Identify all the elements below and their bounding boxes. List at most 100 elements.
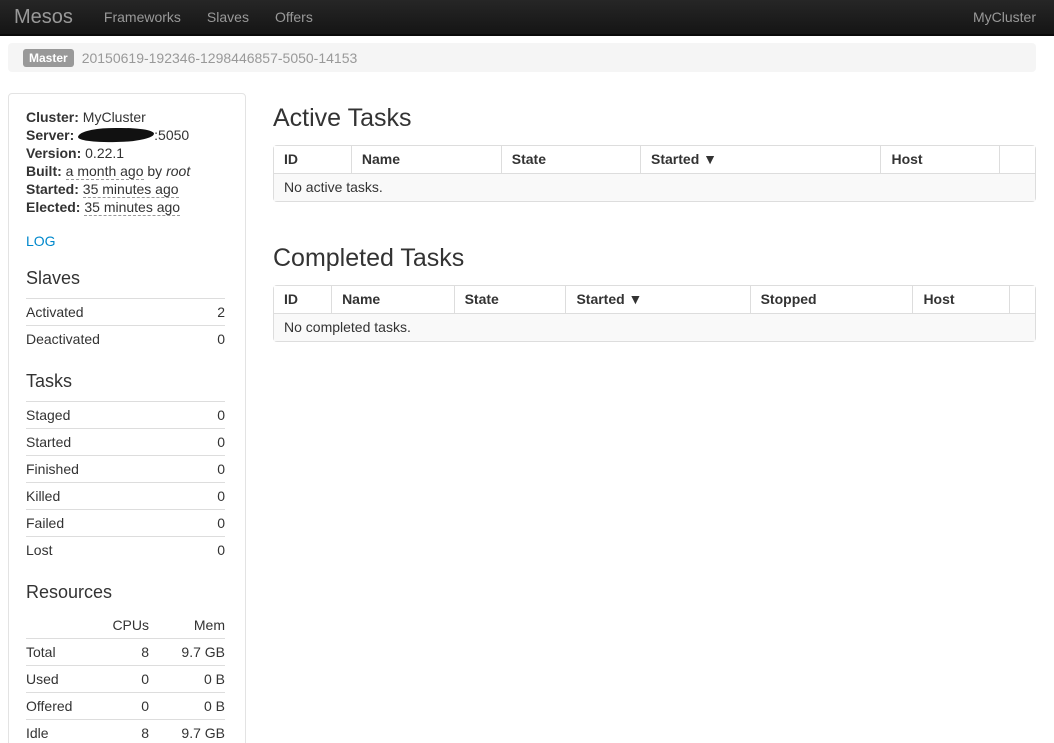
resources-table: CPUs Mem Total 8 9.7 GB Used 0 0 B Offer… bbox=[26, 612, 225, 743]
table-row: Activated 2 bbox=[26, 299, 225, 326]
resources-used-mem: 0 B bbox=[149, 666, 225, 693]
table-header-row: ID Name State Started ▼ Host bbox=[274, 146, 1035, 174]
server-address-redaction bbox=[78, 127, 154, 143]
slaves-activated-value: 2 bbox=[206, 299, 225, 326]
resources-offered-label: Offered bbox=[26, 693, 91, 720]
active-col-empty bbox=[999, 146, 1035, 174]
active-col-state[interactable]: State bbox=[501, 146, 640, 174]
resources-idle-label: Idle bbox=[26, 720, 91, 743]
resources-total-label: Total bbox=[26, 639, 91, 666]
completed-tasks-table: ID Name State Started ▼ Stopped Host No … bbox=[273, 285, 1036, 342]
cluster-value: MyCluster bbox=[83, 109, 146, 125]
version-info-line: Version: 0.22.1 bbox=[26, 144, 225, 162]
table-row: Lost 0 bbox=[26, 537, 225, 564]
table-row: Staged 0 bbox=[26, 402, 225, 429]
table-row: Offered 0 0 B bbox=[26, 693, 225, 720]
tasks-killed-value: 0 bbox=[199, 483, 225, 510]
tasks-finished-label: Finished bbox=[26, 456, 199, 483]
completed-col-name[interactable]: Name bbox=[331, 286, 454, 314]
tasks-started-value: 0 bbox=[199, 429, 225, 456]
version-label: Version: bbox=[26, 145, 81, 161]
completed-tasks-title: Completed Tasks bbox=[273, 242, 1036, 275]
nav-link-slaves[interactable]: Slaves bbox=[194, 0, 262, 35]
active-tasks-table: ID Name State Started ▼ Host No active t… bbox=[273, 145, 1036, 202]
resources-used-cpus: 0 bbox=[91, 666, 149, 693]
main-content: Active Tasks ID Name State Started ▼ Hos… bbox=[273, 93, 1036, 743]
master-id: 20150619-192346-1298446857-5050-14153 bbox=[82, 50, 358, 66]
tasks-lost-value: 0 bbox=[199, 537, 225, 564]
built-info-line: Built: a month ago by root bbox=[26, 162, 225, 180]
built-label: Built: bbox=[26, 163, 62, 179]
active-col-host[interactable]: Host bbox=[880, 146, 999, 174]
nav-link-frameworks[interactable]: Frameworks bbox=[91, 0, 194, 35]
completed-col-empty bbox=[1009, 286, 1035, 314]
tasks-failed-value: 0 bbox=[199, 510, 225, 537]
content-area: Cluster: MyCluster Server: :5050 Version… bbox=[8, 93, 1036, 743]
table-row: No active tasks. bbox=[274, 174, 1035, 201]
tasks-lost-label: Lost bbox=[26, 537, 199, 564]
resources-used-label: Used bbox=[26, 666, 91, 693]
completed-col-started-sorted[interactable]: Started ▼ bbox=[565, 286, 749, 314]
slaves-deactivated-value: 0 bbox=[206, 326, 225, 353]
started-label: Started: bbox=[26, 181, 79, 197]
active-col-id[interactable]: ID bbox=[274, 146, 351, 174]
tasks-finished-value: 0 bbox=[199, 456, 225, 483]
navbar-cluster-name: MyCluster bbox=[973, 9, 1054, 25]
resources-idle-cpus: 8 bbox=[91, 720, 149, 743]
master-badge: Master bbox=[23, 49, 74, 67]
brand-mesos[interactable]: Mesos bbox=[0, 0, 91, 35]
active-col-name[interactable]: Name bbox=[351, 146, 501, 174]
table-row: Idle 8 9.7 GB bbox=[26, 720, 225, 743]
table-header-row: ID Name State Started ▼ Stopped Host bbox=[274, 286, 1035, 314]
built-by: by bbox=[147, 163, 162, 179]
table-row: No completed tasks. bbox=[274, 314, 1035, 341]
nav-item-offers[interactable]: Offers bbox=[262, 0, 326, 35]
tasks-killed-label: Killed bbox=[26, 483, 199, 510]
tasks-heading: Tasks bbox=[26, 369, 225, 393]
nav-item-slaves[interactable]: Slaves bbox=[194, 0, 262, 35]
resources-idle-mem: 9.7 GB bbox=[149, 720, 225, 743]
built-time: a month ago bbox=[66, 163, 144, 180]
slaves-activated-label: Activated bbox=[26, 299, 206, 326]
tasks-table: Staged 0 Started 0 Finished 0 Killed 0 F… bbox=[26, 401, 225, 563]
elected-info-line: Elected: 35 minutes ago bbox=[26, 198, 225, 216]
resources-offered-mem: 0 B bbox=[149, 693, 225, 720]
active-col-started-sorted[interactable]: Started ▼ bbox=[640, 146, 880, 174]
table-row: Killed 0 bbox=[26, 483, 225, 510]
nav-item-frameworks[interactable]: Frameworks bbox=[91, 0, 194, 35]
active-tasks-title: Active Tasks bbox=[273, 102, 1036, 135]
completed-col-id[interactable]: ID bbox=[274, 286, 331, 314]
resources-col-cpus: CPUs bbox=[91, 612, 149, 639]
table-row: Deactivated 0 bbox=[26, 326, 225, 353]
top-navbar: Mesos Frameworks Slaves Offers MyCluster bbox=[0, 0, 1054, 36]
cluster-label: Cluster: bbox=[26, 109, 79, 125]
table-row: Failed 0 bbox=[26, 510, 225, 537]
table-row: CPUs Mem bbox=[26, 612, 225, 639]
slaves-deactivated-label: Deactivated bbox=[26, 326, 206, 353]
completed-tasks-empty-message: No completed tasks. bbox=[274, 314, 1035, 341]
breadcrumb: Master 20150619-192346-1298446857-5050-1… bbox=[8, 43, 1036, 72]
table-row: Used 0 0 B bbox=[26, 666, 225, 693]
resources-offered-cpus: 0 bbox=[91, 693, 149, 720]
completed-col-stopped[interactable]: Stopped bbox=[750, 286, 913, 314]
table-row: Finished 0 bbox=[26, 456, 225, 483]
log-link[interactable]: LOG bbox=[26, 233, 56, 249]
resources-total-cpus: 8 bbox=[91, 639, 149, 666]
started-info-line: Started: 35 minutes ago bbox=[26, 180, 225, 198]
completed-col-host[interactable]: Host bbox=[912, 286, 1009, 314]
cluster-info-line: Cluster: MyCluster bbox=[26, 108, 225, 126]
elected-label: Elected: bbox=[26, 199, 80, 215]
built-user: root bbox=[166, 163, 190, 179]
table-row: Started 0 bbox=[26, 429, 225, 456]
tasks-failed-label: Failed bbox=[26, 510, 199, 537]
server-port: :5050 bbox=[154, 127, 189, 143]
table-row: Total 8 9.7 GB bbox=[26, 639, 225, 666]
nav-links: Frameworks Slaves Offers bbox=[91, 0, 326, 35]
elected-time: 35 minutes ago bbox=[84, 199, 180, 216]
server-info-line: Server: :5050 bbox=[26, 126, 225, 144]
resources-col-spacer bbox=[26, 612, 91, 639]
completed-col-state[interactable]: State bbox=[454, 286, 566, 314]
nav-link-offers[interactable]: Offers bbox=[262, 0, 326, 35]
slaves-heading: Slaves bbox=[26, 266, 225, 290]
tasks-staged-label: Staged bbox=[26, 402, 199, 429]
